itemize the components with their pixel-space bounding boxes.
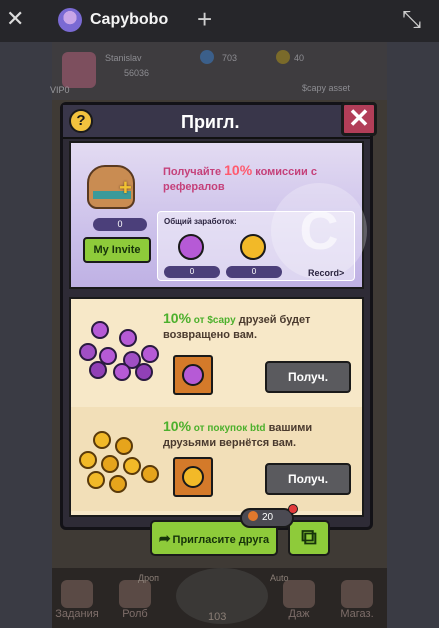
capy-coin-icon [182,364,204,386]
close-icon[interactable]: ✕ [6,8,26,30]
capy-coin-icon [178,234,204,260]
resource-1-count: 703 [222,53,238,63]
notification-dot [288,504,298,514]
capy-coin-pile-icon [79,317,161,381]
telegram-header: ✕ Capybobo + ⤡ [0,0,439,42]
nav-shop[interactable]: Магаз. [334,580,380,620]
nav-quests[interactable]: Задания [54,580,100,620]
referral-banner: C + 0 My Invite Получайте 10% комиссии с… [69,141,367,289]
lock-icon [119,580,151,608]
invite-modal: ? Пригл. ✕ C + 0 My Invite Получайте 10%… [60,102,377,530]
close-button[interactable]: ✕ [341,102,377,136]
plus-icon: + [119,175,132,200]
lock-icon [283,580,315,608]
commission-text-pre: Получайте [163,166,225,178]
gold-icon [276,50,290,64]
total-earnings-box: Общий заработок: 0 0 Record> [157,211,355,281]
energy-badge: 20 [240,504,298,528]
resource-2-count: 40 [294,53,305,63]
minimize-icon[interactable]: ⤡ [402,6,421,34]
copy-link-button[interactable]: ⧉ [288,520,330,556]
invite-friend-label: Пригласите друга [172,534,270,546]
nav-dungeon-label: Даж [288,608,310,620]
nav-roll-label: Ролб [122,608,148,620]
capy-reward-pct: 10% [163,310,192,326]
modal-header: ? Пригл. [63,105,370,139]
auto-label: Auto [270,573,289,583]
app-avatar [58,8,82,32]
record-link[interactable]: Record> [308,268,344,278]
drop-label: Дроп [138,573,159,583]
btd-coin-icon [182,466,204,488]
earn-capy-value: 0 [164,266,220,278]
asset-label: $capy asset [302,83,351,93]
energy-count: 20 [262,512,274,523]
nav-roll[interactable]: Ролб [112,580,158,620]
nav-dungeon[interactable]: Даж [276,580,322,620]
my-invite-button[interactable]: My Invite [83,237,151,263]
earn-btd-value: 0 [226,266,282,278]
btd-reward-slot [173,457,213,497]
new-tab-icon[interactable]: + [197,6,212,32]
commission-text: Получайте 10% комиссии с рефералов [163,163,353,195]
help-icon[interactable]: ? [69,109,93,133]
nav-quests-label: Задания [55,608,99,620]
vip-label: VIP0 [50,85,70,95]
commission-pct: 10% [224,162,253,178]
capybara-icon: + [87,165,135,209]
gold-coin-pile-icon [79,429,161,493]
btd-coin-icon [240,234,266,260]
quest-icon [61,580,93,608]
nav-shop-label: Магаз. [340,608,374,620]
energy-icon [248,511,258,521]
share-arrow-icon: ➦ [158,530,171,546]
player-avatar[interactable] [62,52,96,88]
shop-icon [341,580,373,608]
btd-reward-pct: 10% [163,418,192,434]
battle-count: 103 [208,611,227,623]
btd-reward-section: 10% от покупок btd вашими друзьями вернё… [71,407,362,511]
btd-reward-highlight: от покупок btd [191,423,266,434]
player-name: Stanislav [105,53,142,63]
claim-capy-button[interactable]: Получ. [265,361,351,393]
claim-btd-button[interactable]: Получ. [265,463,351,495]
btd-reward-text: 10% от покупок btd вашими друзьями вернё… [163,419,358,451]
app-title: Capybobo [90,11,169,28]
gem-icon [200,50,214,64]
invite-count: 0 [93,218,147,231]
capy-reward-highlight: от $capy [191,315,236,326]
total-earnings-label: Общий заработок: [164,217,237,226]
capy-reward-text: 10% от $capy друзей будет возвращено вам… [163,311,358,343]
capy-reward-slot [173,355,213,395]
rewards-panel: 10% от $capy друзей будет возвращено вам… [69,297,364,517]
modal-title: Пригл. [181,112,240,132]
player-coins: 56036 [124,68,150,78]
capy-reward-section: 10% от $capy друзей будет возвращено вам… [71,299,362,403]
